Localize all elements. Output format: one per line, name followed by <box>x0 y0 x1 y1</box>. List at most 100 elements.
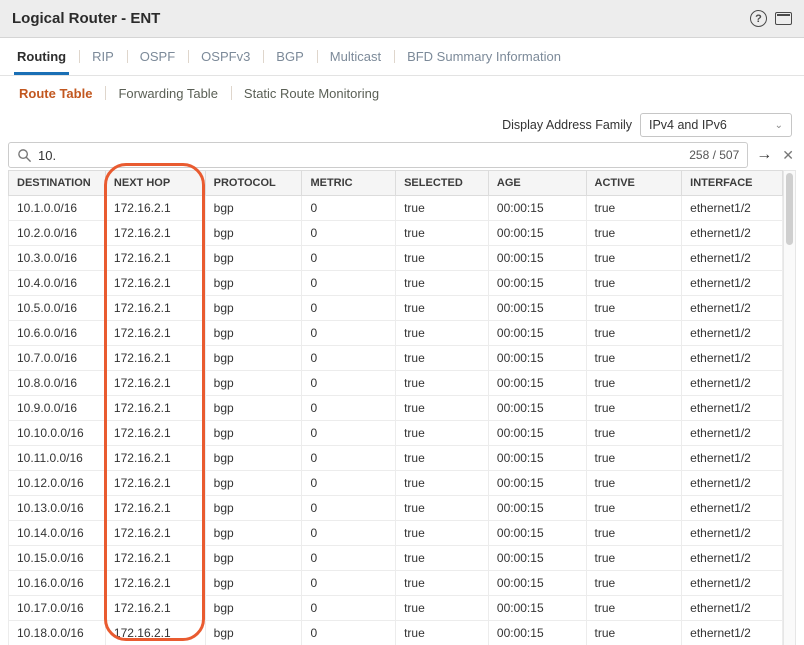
column-header[interactable]: ACTIVE <box>586 171 682 196</box>
search-value: 10. <box>38 148 56 163</box>
column-header[interactable]: NEXT HOP <box>105 171 205 196</box>
table-cell: true <box>586 496 682 521</box>
address-family-label: Display Address Family <box>502 118 632 132</box>
table-cell: true <box>586 196 682 221</box>
table-row[interactable]: 10.12.0.0/16172.16.2.1bgp0true00:00:15tr… <box>9 471 783 496</box>
route-table: DESTINATIONNEXT HOPPROTOCOLMETRICSELECTE… <box>8 170 783 645</box>
table-cell: 0 <box>302 221 396 246</box>
search-clear-icon[interactable]: ✕ <box>780 147 796 164</box>
table-cell: true <box>396 596 489 621</box>
table-row[interactable]: 10.15.0.0/16172.16.2.1bgp0true00:00:15tr… <box>9 546 783 571</box>
table-cell: 10.6.0.0/16 <box>9 321 106 346</box>
table-cell: ethernet1/2 <box>682 621 783 645</box>
table-header-row: DESTINATIONNEXT HOPPROTOCOLMETRICSELECTE… <box>9 171 783 196</box>
table-cell: 172.16.2.1 <box>105 221 205 246</box>
search-input[interactable]: 10. 258 / 507 <box>8 142 748 168</box>
table-cell: true <box>586 446 682 471</box>
help-icon[interactable]: ? <box>750 10 767 27</box>
subtab-static-route-monitoring[interactable]: Static Route Monitoring <box>231 76 392 110</box>
table-cell: 172.16.2.1 <box>105 621 205 645</box>
chevron-down-icon: ⌄ <box>775 120 783 131</box>
table-cell: bgp <box>205 421 302 446</box>
subtab-route-table[interactable]: Route Table <box>6 76 105 110</box>
search-row: 10. 258 / 507 → ✕ <box>8 142 796 168</box>
table-row[interactable]: 10.9.0.0/16172.16.2.1bgp0true00:00:15tru… <box>9 396 783 421</box>
table-cell: 172.16.2.1 <box>105 396 205 421</box>
tab-bgp[interactable]: BGP <box>263 38 316 75</box>
tab-multicast[interactable]: Multicast <box>317 38 394 75</box>
table-row[interactable]: 10.1.0.0/16172.16.2.1bgp0true00:00:15tru… <box>9 196 783 221</box>
table-cell: 10.1.0.0/16 <box>9 196 106 221</box>
table-cell: 0 <box>302 271 396 296</box>
table-cell: 00:00:15 <box>488 546 586 571</box>
table-cell: 00:00:15 <box>488 521 586 546</box>
table-row[interactable]: 10.2.0.0/16172.16.2.1bgp0true00:00:15tru… <box>9 221 783 246</box>
table-row[interactable]: 10.11.0.0/16172.16.2.1bgp0true00:00:15tr… <box>9 446 783 471</box>
table-cell: ethernet1/2 <box>682 421 783 446</box>
table-cell: bgp <box>205 346 302 371</box>
table-cell: 172.16.2.1 <box>105 421 205 446</box>
column-header[interactable]: METRIC <box>302 171 396 196</box>
table-cell: 172.16.2.1 <box>105 521 205 546</box>
table-cell: 10.8.0.0/16 <box>9 371 106 396</box>
table-cell: 0 <box>302 346 396 371</box>
table-cell: 00:00:15 <box>488 421 586 446</box>
table-cell: ethernet1/2 <box>682 246 783 271</box>
window-dock-icon[interactable] <box>775 12 792 25</box>
tab-ospfv3[interactable]: OSPFv3 <box>188 38 263 75</box>
vertical-scrollbar[interactable] <box>783 170 796 645</box>
column-header[interactable]: DESTINATION <box>9 171 106 196</box>
table-row[interactable]: 10.6.0.0/16172.16.2.1bgp0true00:00:15tru… <box>9 321 783 346</box>
table-row[interactable]: 10.16.0.0/16172.16.2.1bgp0true00:00:15tr… <box>9 571 783 596</box>
table-cell: 10.13.0.0/16 <box>9 496 106 521</box>
tab-rip[interactable]: RIP <box>79 38 127 75</box>
table-cell: 172.16.2.1 <box>105 446 205 471</box>
search-result-count: 258 / 507 <box>689 148 739 162</box>
column-header[interactable]: PROTOCOL <box>205 171 302 196</box>
column-header[interactable]: INTERFACE <box>682 171 783 196</box>
table-row[interactable]: 10.3.0.0/16172.16.2.1bgp0true00:00:15tru… <box>9 246 783 271</box>
table-cell: 0 <box>302 196 396 221</box>
table-cell: true <box>586 246 682 271</box>
titlebar-icons: ? <box>750 10 792 27</box>
table-row[interactable]: 10.5.0.0/16172.16.2.1bgp0true00:00:15tru… <box>9 296 783 321</box>
column-header[interactable]: AGE <box>488 171 586 196</box>
table-cell: 10.10.0.0/16 <box>9 421 106 446</box>
table-cell: true <box>396 521 489 546</box>
table-row[interactable]: 10.13.0.0/16172.16.2.1bgp0true00:00:15tr… <box>9 496 783 521</box>
table-cell: true <box>396 571 489 596</box>
table-row[interactable]: 10.7.0.0/16172.16.2.1bgp0true00:00:15tru… <box>9 346 783 371</box>
table-cell: true <box>396 221 489 246</box>
table-cell: 172.16.2.1 <box>105 296 205 321</box>
main-tabs: Routing RIP OSPF OSPFv3 BGP Multicast BF… <box>0 38 804 76</box>
table-cell: 00:00:15 <box>488 621 586 645</box>
table-cell: 00:00:15 <box>488 346 586 371</box>
page-title: Logical Router - ENT <box>12 10 160 27</box>
tab-bfd-summary[interactable]: BFD Summary Information <box>394 38 574 75</box>
table-cell: true <box>396 246 489 271</box>
table-row[interactable]: 10.10.0.0/16172.16.2.1bgp0true00:00:15tr… <box>9 421 783 446</box>
table-row[interactable]: 10.8.0.0/16172.16.2.1bgp0true00:00:15tru… <box>9 371 783 396</box>
table-cell: 0 <box>302 446 396 471</box>
table-cell: bgp <box>205 596 302 621</box>
table-row[interactable]: 10.4.0.0/16172.16.2.1bgp0true00:00:15tru… <box>9 271 783 296</box>
tab-ospf[interactable]: OSPF <box>127 38 188 75</box>
table-row[interactable]: 10.17.0.0/16172.16.2.1bgp0true00:00:15tr… <box>9 596 783 621</box>
table-cell: ethernet1/2 <box>682 196 783 221</box>
table-cell: true <box>586 346 682 371</box>
table-cell: 00:00:15 <box>488 396 586 421</box>
table-cell: true <box>396 446 489 471</box>
search-submit-arrow-icon[interactable]: → <box>754 146 774 164</box>
column-header[interactable]: SELECTED <box>396 171 489 196</box>
table-cell: true <box>586 571 682 596</box>
table-cell: 0 <box>302 496 396 521</box>
subtab-forwarding-table[interactable]: Forwarding Table <box>105 76 230 110</box>
table-cell: 172.16.2.1 <box>105 571 205 596</box>
address-family-select[interactable]: IPv4 and IPv6 ⌄ <box>640 113 792 137</box>
tab-routing[interactable]: Routing <box>4 38 79 75</box>
table-row[interactable]: 10.14.0.0/16172.16.2.1bgp0true00:00:15tr… <box>9 521 783 546</box>
table-row[interactable]: 10.18.0.0/16172.16.2.1bgp0true00:00:15tr… <box>9 621 783 645</box>
table-cell: 10.9.0.0/16 <box>9 396 106 421</box>
scrollbar-thumb[interactable] <box>786 173 793 245</box>
table-cell: bgp <box>205 471 302 496</box>
